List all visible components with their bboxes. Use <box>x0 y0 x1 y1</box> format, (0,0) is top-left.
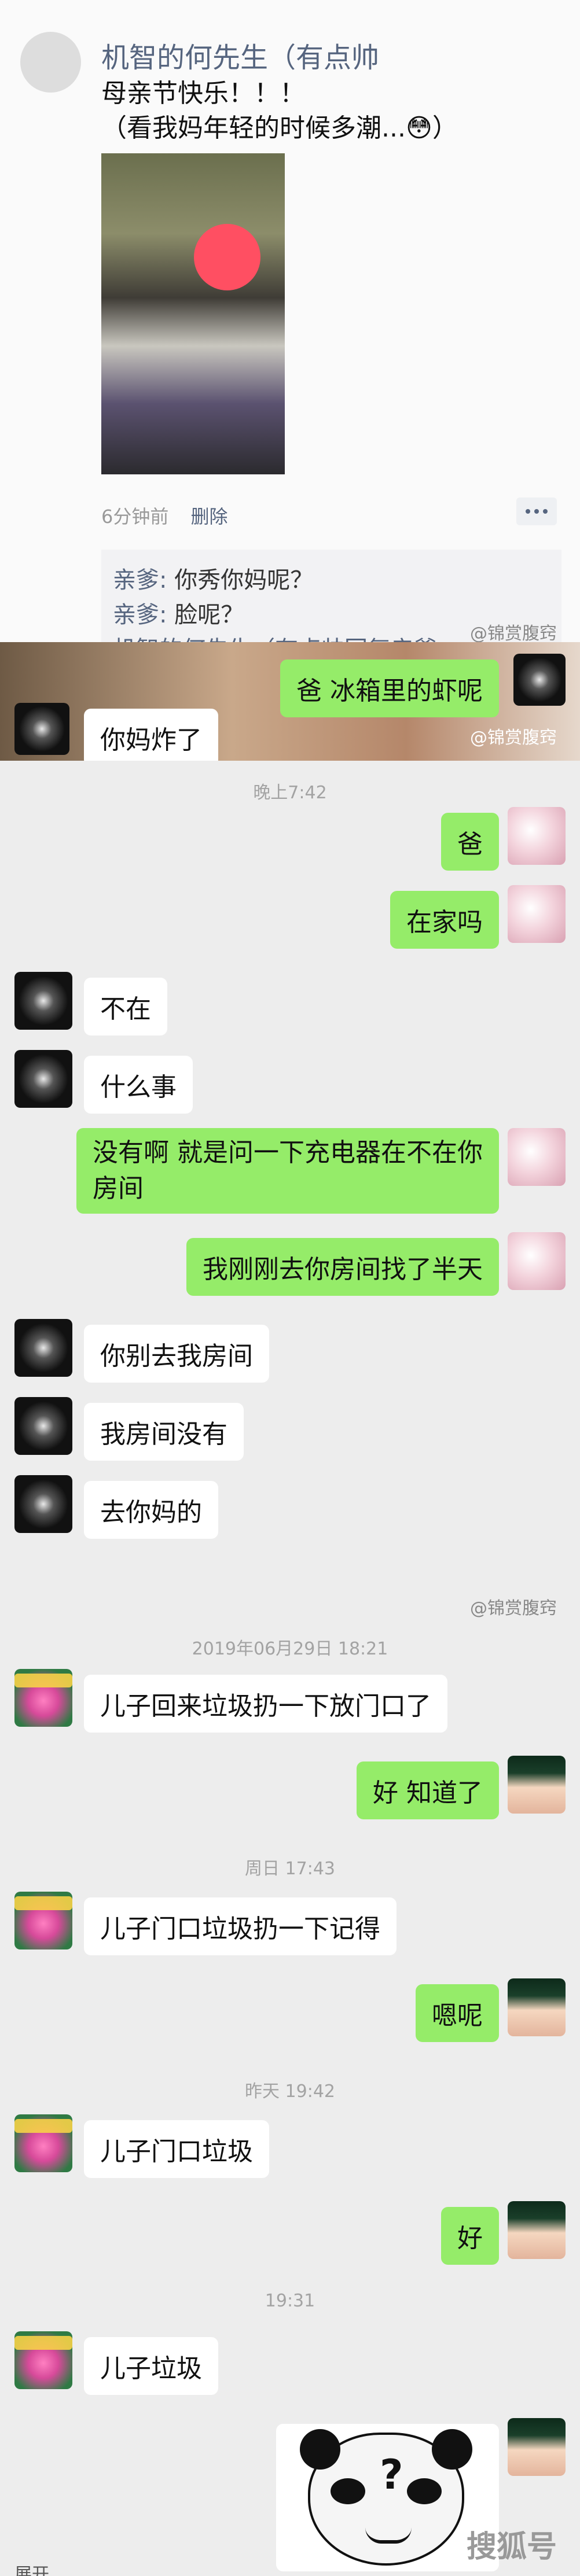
received-message[interactable]: 儿子垃圾 <box>84 2337 218 2395</box>
watermark: @锦赏腹窍 <box>470 624 557 642</box>
comment[interactable]: 机智的何先生（有点帅回复亲爹: <box>113 631 445 642</box>
received-message[interactable]: 儿子门口垃圾扔一下记得 <box>84 1897 397 1955</box>
sent-message[interactable]: 好 知道了 <box>357 1761 499 1819</box>
son-chat: 2019年06月29日 18:21 儿子回来垃圾扔一下放门口了 好 知道了 周日… <box>0 1623 580 2576</box>
comment[interactable]: 亲爹: 你秀你妈呢？ <box>113 561 313 595</box>
mom-avatar[interactable] <box>14 2331 72 2389</box>
user-avatar[interactable] <box>508 885 566 943</box>
dad-avatar[interactable] <box>14 703 69 755</box>
sent-message[interactable]: 爸 冰箱里的虾呢 <box>280 659 499 717</box>
dad-avatar[interactable] <box>14 1475 72 1533</box>
mom-avatar[interactable] <box>14 1892 72 1949</box>
received-message[interactable]: 你妈炸了 <box>84 709 218 761</box>
emoji-face-sticker <box>194 224 260 290</box>
user-avatar[interactable] <box>508 2201 566 2259</box>
post-time: 6分钟前 <box>101 506 169 528</box>
user-avatar[interactable] <box>513 654 566 706</box>
dad-avatar[interactable] <box>14 1397 72 1455</box>
sent-message[interactable]: 爸 <box>441 813 499 871</box>
received-message[interactable]: 你别去我房间 <box>84 1325 269 1383</box>
watermark: @锦赏腹窍 <box>470 1598 557 1619</box>
moments-post: 机智的何先生（有点帅 母亲节快乐！！！ （看我妈年轻的时候多潮...😳） 6分钟… <box>0 0 580 642</box>
chat-timestamp: 周日 17:43 <box>245 1859 335 1879</box>
post-meta: 6分钟前 删除 <box>101 502 228 529</box>
watermark: @锦赏腹窍 <box>470 728 557 748</box>
panda-face-icon: ? <box>300 2429 472 2566</box>
dad-avatar[interactable] <box>14 1050 72 1108</box>
user-avatar[interactable] <box>508 2418 566 2476</box>
user-avatar[interactable] <box>508 1232 566 1290</box>
post-text-line1: 母亲节快乐！！！ <box>101 79 305 108</box>
post-photo[interactable] <box>101 153 285 474</box>
more-options-icon[interactable] <box>516 497 557 525</box>
received-message[interactable]: 什么事 <box>84 1056 193 1114</box>
chat-timestamp: 2019年06月29日 18:21 <box>192 1639 388 1659</box>
chat-timestamp: 19:31 <box>265 2291 315 2311</box>
sent-message[interactable]: 在家吗 <box>390 891 499 949</box>
sent-message[interactable]: 我刚刚去你房间找了半天 <box>186 1238 499 1296</box>
poster-avatar[interactable] <box>20 32 81 93</box>
received-message[interactable]: 儿子回来垃圾扔一下放门口了 <box>84 1675 447 1733</box>
sent-message[interactable]: 没有啊 就是问一下充电器在不在你 房间 <box>76 1128 499 1214</box>
sent-message[interactable]: 好 <box>441 2207 499 2265</box>
user-avatar[interactable] <box>508 1128 566 1186</box>
delete-link[interactable]: 删除 <box>191 506 228 528</box>
received-message[interactable]: 不在 <box>84 978 167 1035</box>
dad-avatar[interactable] <box>14 972 72 1030</box>
mom-avatar[interactable] <box>14 1669 72 1727</box>
received-message[interactable]: 儿子门口垃圾 <box>84 2120 269 2178</box>
post-text-line2: （看我妈年轻的时候多潮...😳） <box>101 113 458 143</box>
user-avatar[interactable] <box>508 1978 566 2036</box>
received-message[interactable]: 我房间没有 <box>84 1403 244 1461</box>
sent-message[interactable]: 嗯呢 <box>416 1984 499 2042</box>
chat-timestamp: 昨天 19:42 <box>245 2081 335 2102</box>
panda-meme-sticker[interactable]: ? <box>276 2424 499 2571</box>
shrimp-chat: 爸 冰箱里的虾呢 你妈炸了 @锦赏腹窍 <box>0 642 580 761</box>
comment[interactable]: 亲爹: 脸呢？ <box>113 596 244 629</box>
chat-timestamp: 晚上7:42 <box>253 783 327 803</box>
dad-avatar[interactable] <box>14 1319 72 1377</box>
user-avatar[interactable] <box>508 1756 566 1814</box>
expand-link[interactable]: 展开 <box>14 2560 49 2576</box>
poster-name[interactable]: 机智的何先生（有点帅 <box>101 35 379 75</box>
mom-avatar[interactable] <box>14 2114 72 2172</box>
user-avatar[interactable] <box>508 807 566 865</box>
source-logo: 搜狐号 <box>466 2530 557 2564</box>
received-message[interactable]: 去你妈的 <box>84 1481 218 1539</box>
dad-chat: 晚上7:42 爸 在家吗 不在 什么事 没有啊 就是问一下充电器在不在你 房间 … <box>0 761 580 1623</box>
